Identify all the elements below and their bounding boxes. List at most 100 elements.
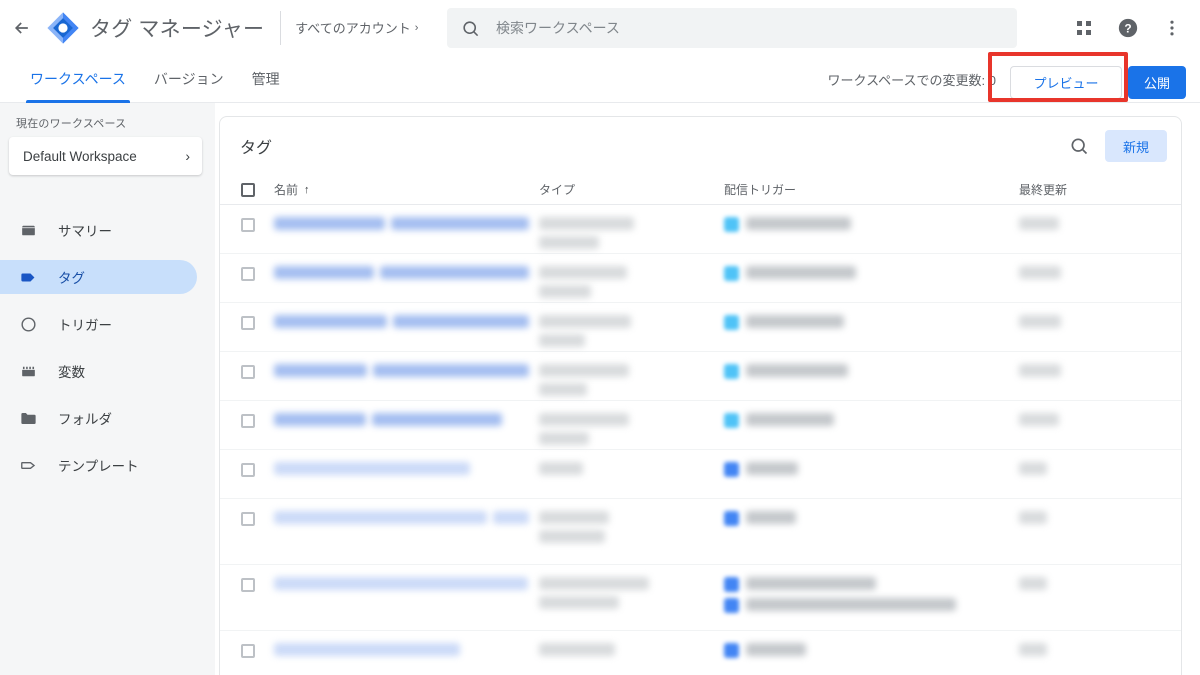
redacted-text [539, 285, 591, 298]
table-row[interactable] [220, 401, 1181, 450]
sidebar-item-label: トリガー [58, 314, 112, 334]
row-checkbox[interactable] [241, 512, 255, 526]
workspace-name: Default Workspace [23, 149, 137, 164]
table-row[interactable] [220, 254, 1181, 303]
column-header-updated[interactable]: 最終更新 [1019, 181, 1181, 198]
tab-label: バージョン [154, 69, 224, 89]
help-icon[interactable]: ? [1108, 8, 1148, 48]
cell-type [539, 413, 724, 451]
tab-label: 管理 [252, 69, 280, 89]
row-checkbox[interactable] [241, 267, 255, 281]
all-accounts-link[interactable]: すべてのアカウント › [295, 18, 418, 37]
preview-button[interactable]: プレビュー [1010, 66, 1122, 99]
table-row[interactable] [220, 631, 1181, 675]
sidebar-item-5[interactable]: テンプレート [0, 448, 197, 482]
cell-trigger [724, 413, 1019, 434]
trigger-icon [18, 314, 38, 334]
redacted-text [746, 217, 851, 230]
tags-card-title: タグ [240, 134, 1059, 158]
cell-trigger [724, 643, 1019, 664]
back-icon[interactable] [2, 8, 42, 48]
apps-grid-icon[interactable] [1064, 8, 1104, 48]
tab-1[interactable]: バージョン [140, 55, 238, 103]
redacted-text [373, 364, 529, 377]
tag-manager-app: タグ マネージャー すべてのアカウント › ? [0, 0, 1200, 675]
redacted-text [1019, 217, 1059, 230]
table-row[interactable] [220, 352, 1181, 401]
cell-trigger [724, 217, 1019, 238]
row-checkbox[interactable] [241, 578, 255, 592]
table-column-headers: 名前 ↑ タイプ 配信トリガー 最終更新 [220, 175, 1181, 205]
row-checkbox[interactable] [241, 218, 255, 232]
sidebar-item-label: 変数 [58, 361, 85, 381]
trigger-icon [724, 413, 739, 428]
cell-trigger [724, 364, 1019, 385]
redacted-text [539, 413, 629, 426]
product-title: タグ マネージャー [90, 13, 264, 43]
workspace-toolbar: ワークスペースバージョン管理 ワークスペースでの変更数: 0 プレビュー 公開 [0, 55, 1200, 103]
redacted-text [391, 217, 529, 230]
cell-trigger [724, 315, 1019, 336]
workspace-selector[interactable]: Default Workspace › [9, 137, 202, 175]
sidebar-item-4[interactable]: フォルダ [0, 401, 197, 435]
row-checkbox[interactable] [241, 414, 255, 428]
svg-text:?: ? [1124, 21, 1131, 35]
row-checkbox[interactable] [241, 463, 255, 477]
sidebar-item-label: サマリー [58, 220, 112, 240]
trigger-icon [724, 643, 739, 658]
tag-icon [18, 267, 38, 287]
select-all-checkbox[interactable] [241, 183, 255, 197]
table-scrollbar[interactable] [1177, 117, 1181, 675]
table-row[interactable] [220, 499, 1181, 565]
sidebar-item-3[interactable]: 変数 [0, 354, 197, 388]
search-input[interactable] [496, 9, 976, 47]
tags-search-icon[interactable] [1059, 126, 1099, 166]
redacted-text [539, 643, 615, 656]
tags-table-body [220, 205, 1181, 675]
sidebar-item-2[interactable]: トリガー [0, 307, 197, 341]
redacted-text [746, 511, 796, 524]
trigger-icon [724, 598, 739, 613]
column-header-trigger[interactable]: 配信トリガー [724, 181, 1019, 198]
redacted-text [274, 462, 470, 475]
sidebar-item-label: フォルダ [58, 408, 112, 428]
cell-upd [1019, 315, 1181, 334]
redacted-text [746, 315, 844, 328]
cell-upd [1019, 511, 1181, 530]
sidebar-item-label: タグ [58, 267, 85, 287]
row-checkbox[interactable] [241, 365, 255, 379]
sidebar-item-0[interactable]: サマリー [0, 213, 197, 247]
table-row[interactable] [220, 450, 1181, 499]
row-checkbox[interactable] [241, 316, 255, 330]
workspace-search-box[interactable] [447, 8, 1017, 48]
table-row[interactable] [220, 303, 1181, 352]
sidebar-item-1[interactable]: タグ [0, 260, 197, 294]
tab-2[interactable]: 管理 [238, 55, 294, 103]
row-checkbox[interactable] [241, 644, 255, 658]
tab-0[interactable]: ワークスペース [16, 55, 140, 103]
cell-type [539, 364, 724, 402]
redacted-text [746, 364, 848, 377]
new-tag-button[interactable]: 新規 [1105, 130, 1167, 162]
column-header-type[interactable]: タイプ [539, 181, 724, 198]
cell-name [274, 577, 539, 596]
more-vert-icon[interactable] [1152, 8, 1192, 48]
redacted-text [493, 511, 529, 524]
column-header-name[interactable]: 名前 ↑ [274, 181, 539, 198]
cell-name [274, 462, 539, 481]
table-row[interactable] [220, 205, 1181, 254]
redacted-text [746, 643, 806, 656]
left-sidebar: 現在のワークスペース Default Workspace › サマリータグトリガ… [0, 103, 215, 675]
cell-upd [1019, 643, 1181, 662]
redacted-text [746, 413, 834, 426]
publish-button[interactable]: 公開 [1128, 66, 1186, 99]
redacted-text [393, 315, 529, 328]
folder-icon [18, 408, 38, 428]
trigger-icon [724, 364, 739, 379]
redacted-text [274, 266, 374, 279]
table-row[interactable] [220, 565, 1181, 631]
cell-type [539, 217, 724, 255]
tab-label: ワークスペース [30, 69, 126, 89]
redacted-text [539, 334, 585, 347]
cell-name [274, 511, 539, 530]
